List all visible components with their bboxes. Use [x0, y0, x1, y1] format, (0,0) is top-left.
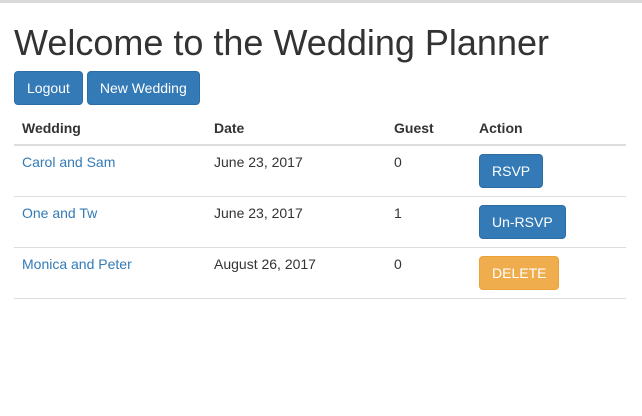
action-cell: Un-RSVP [471, 196, 626, 248]
table-row: One and Tw June 23, 2017 1 Un-RSVP [14, 196, 626, 248]
column-header-guest: Guest [386, 111, 471, 146]
logout-button[interactable]: Logout [14, 71, 83, 105]
wedding-link[interactable]: Carol and Sam [14, 145, 206, 197]
toolbar: Logout New Wedding [14, 71, 626, 105]
rsvp-button[interactable]: RSVP [479, 154, 544, 188]
wedding-date: August 26, 2017 [206, 247, 386, 299]
column-header-wedding: Wedding [14, 111, 206, 146]
action-cell: RSVP [471, 145, 626, 197]
wedding-date: June 23, 2017 [206, 145, 386, 197]
guest-count: 0 [386, 145, 471, 197]
page-title: Welcome to the Wedding Planner [14, 22, 549, 63]
table-header-row: Wedding Date Guest Action [14, 111, 626, 146]
guest-count: 0 [386, 247, 471, 299]
page-container: Welcome to the Wedding Planner Logout Ne… [14, 3, 626, 299]
wedding-link[interactable]: Monica and Peter [14, 247, 206, 299]
wedding-date: June 23, 2017 [206, 196, 386, 248]
action-cell: DELETE [471, 247, 626, 299]
weddings-table: Wedding Date Guest Action Carol and Sam … [14, 111, 626, 299]
guest-count: 1 [386, 196, 471, 248]
column-header-action: Action [471, 111, 626, 146]
un-rsvp-button[interactable]: Un-RSVP [479, 204, 566, 239]
delete-button[interactable]: DELETE [479, 255, 560, 290]
wedding-link[interactable]: One and Tw [14, 196, 206, 248]
column-header-date: Date [206, 111, 386, 146]
table-row: Carol and Sam June 23, 2017 0 RSVP [14, 145, 626, 197]
table-row: Monica and Peter August 26, 2017 0 DELET… [14, 247, 626, 299]
new-wedding-button[interactable]: New Wedding [86, 71, 200, 105]
